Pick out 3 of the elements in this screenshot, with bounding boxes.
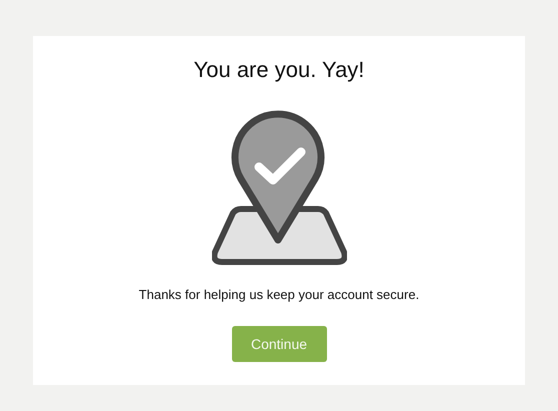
page-title: You are you. Yay! (194, 57, 364, 83)
message-text: Thanks for helping us keep your account secure. (138, 287, 420, 303)
continue-button[interactable]: Continue (232, 326, 326, 362)
